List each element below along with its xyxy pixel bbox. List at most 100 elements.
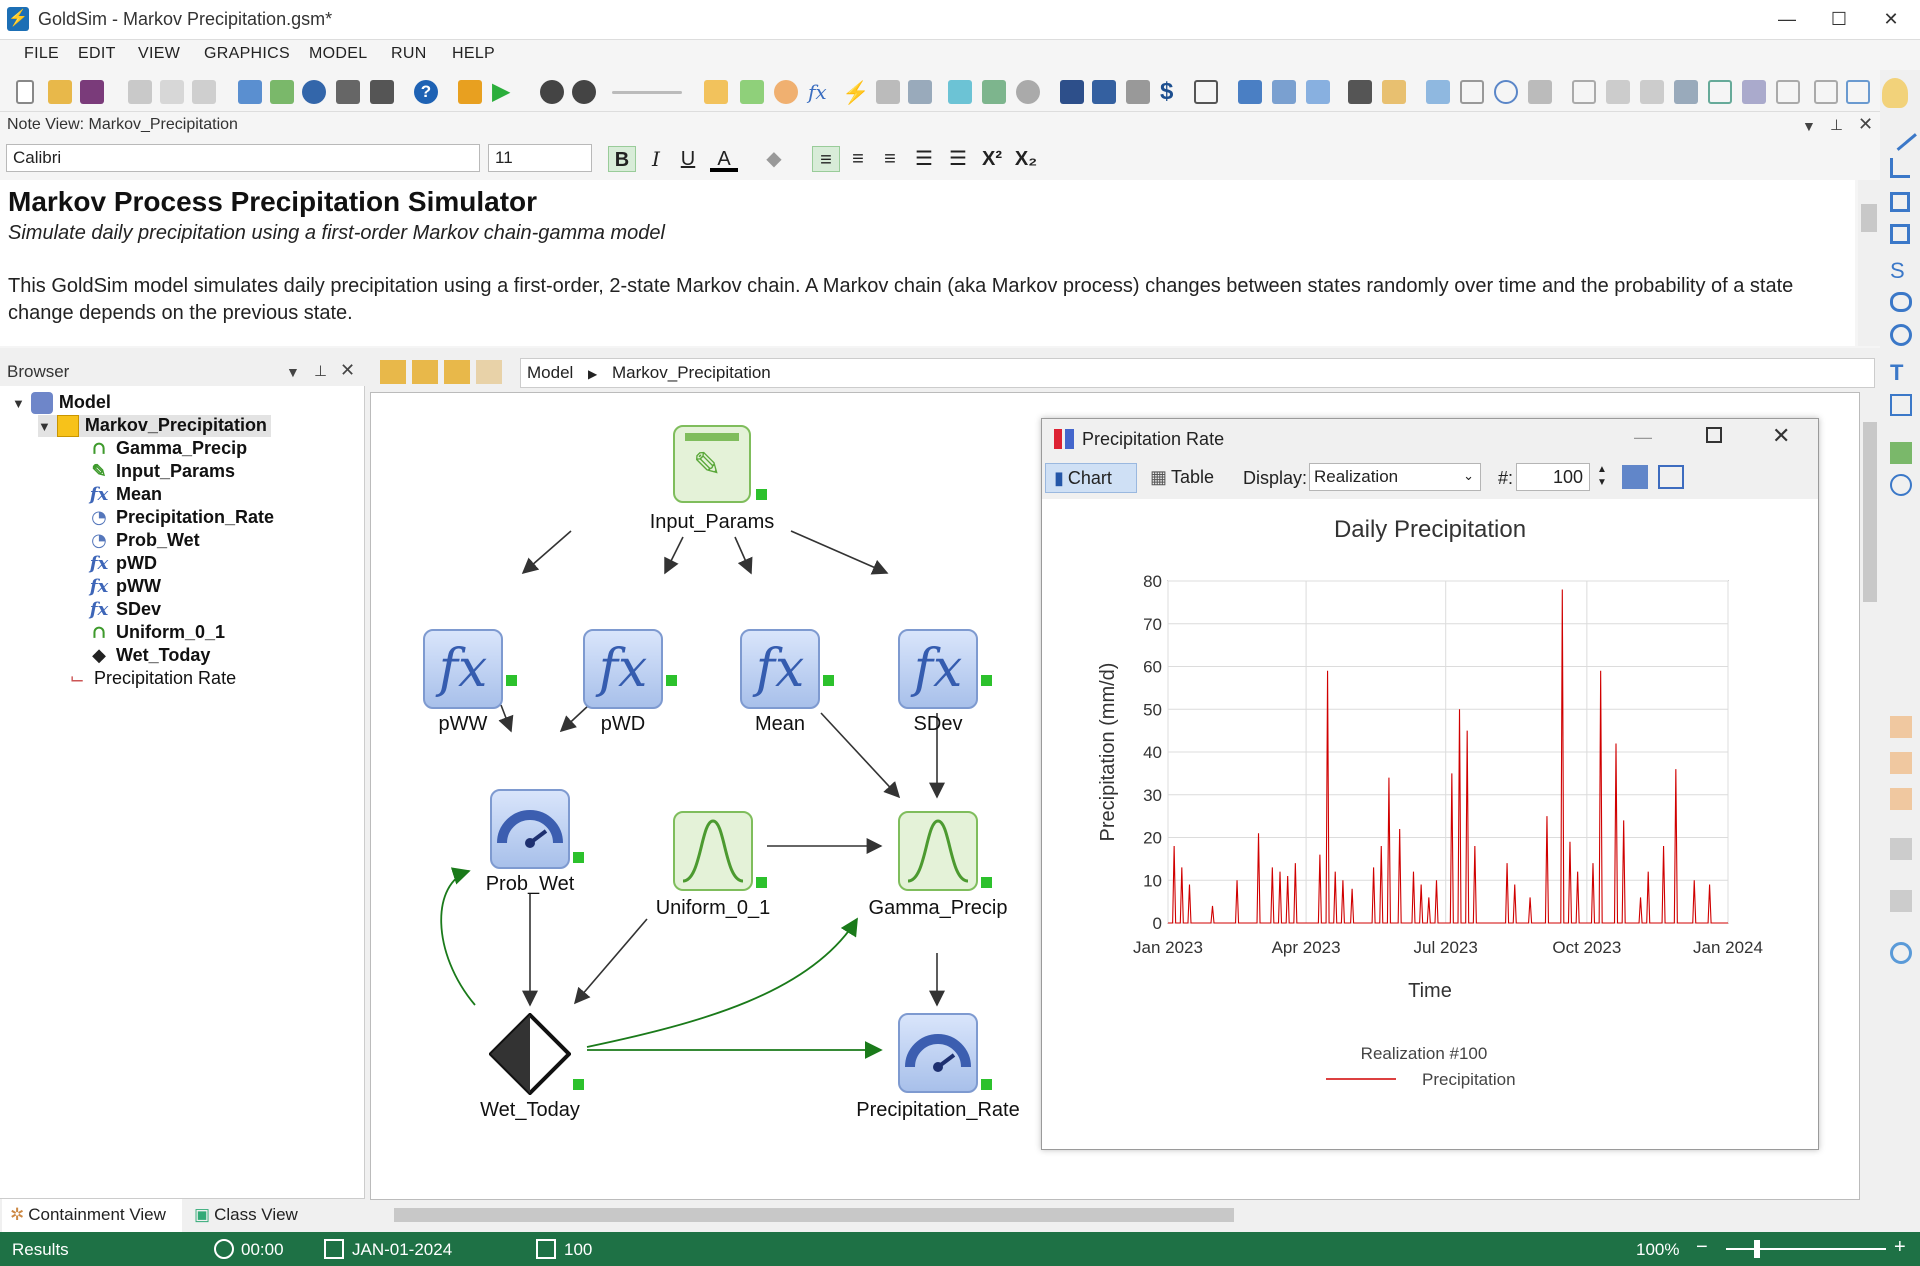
tree-item-precipitation-rate[interactable]: ◔ Precipitation_Rate xyxy=(88,507,274,529)
tree-item-pwd[interactable]: fx pWD xyxy=(88,553,157,575)
forward-icon[interactable] xyxy=(476,360,502,384)
display-select[interactable]: Realization ⌄ xyxy=(1309,463,1481,491)
rect-icon[interactable] xyxy=(1460,80,1484,104)
underline-button[interactable]: U xyxy=(674,146,702,172)
realization-input[interactable]: 100 xyxy=(1516,463,1590,491)
tree-item-result[interactable]: ⌙ Precipitation Rate xyxy=(66,668,236,690)
breadcrumb-current[interactable]: Markov_Precipitation xyxy=(612,363,771,382)
panel-icon[interactable] xyxy=(1606,80,1630,104)
close-button[interactable]: ✕ xyxy=(1866,4,1916,34)
breadcrumb-model[interactable]: Model xyxy=(527,363,573,382)
collapse-icon[interactable]: ▼ xyxy=(38,419,51,434)
time-slider[interactable] xyxy=(612,91,682,94)
new-file-icon[interactable] xyxy=(16,80,34,104)
tree-item-uniform[interactable]: ∩ Uniform_0_1 xyxy=(88,622,225,644)
align-objects-icon[interactable] xyxy=(1890,838,1912,860)
align-center-icon[interactable]: ≡ xyxy=(844,146,872,172)
maximize-button[interactable]: ☐ xyxy=(1814,4,1864,34)
tree-item-sdev[interactable]: fx SDev xyxy=(88,599,161,621)
distribute-icon[interactable] xyxy=(1890,890,1912,912)
bold-button[interactable]: B xyxy=(608,146,636,172)
step-icon[interactable] xyxy=(540,80,564,104)
chart-minimize-button[interactable]: — xyxy=(1634,427,1652,448)
align-left-icon[interactable]: ≡ xyxy=(812,146,840,172)
input-params-node[interactable]: ✎ xyxy=(673,425,751,503)
paste-icon[interactable] xyxy=(192,80,216,104)
bulb-icon[interactable] xyxy=(1882,78,1908,108)
menu-file[interactable]: FILE xyxy=(24,45,59,63)
browser-pin-icon[interactable]: ⊥ xyxy=(314,362,327,380)
tree-item-model[interactable]: ▼ Model xyxy=(12,392,111,415)
zoom-in-button[interactable]: + xyxy=(1894,1236,1906,1259)
settings-icon[interactable] xyxy=(370,80,394,104)
gear-icon[interactable] xyxy=(1016,80,1040,104)
globe-tool-icon[interactable] xyxy=(1890,474,1912,496)
expression-icon[interactable]: fx xyxy=(808,80,832,104)
pwd-node[interactable]: fx xyxy=(583,629,663,709)
tree-item-prob-wet[interactable]: ◔ Prob_Wet xyxy=(88,530,200,552)
tree-item-mean[interactable]: fx Mean xyxy=(88,484,162,506)
align-icon[interactable] xyxy=(1528,80,1552,104)
wet-today-node[interactable] xyxy=(489,1013,571,1095)
menu-view[interactable]: VIEW xyxy=(138,45,180,63)
font-family-select[interactable]: Calibri xyxy=(6,144,480,172)
superscript-icon[interactable]: X² xyxy=(978,146,1006,172)
tree-item-pww[interactable]: fx pWW xyxy=(88,576,161,598)
edit-mode-icon[interactable] xyxy=(458,80,482,104)
font-size-select[interactable]: 11 xyxy=(488,144,592,172)
image-icon[interactable] xyxy=(1426,80,1450,104)
polygon-tool-icon[interactable] xyxy=(1890,192,1910,212)
note-body[interactable]: Markov Process Precipitation Simulator S… xyxy=(0,180,1855,346)
tag-icon[interactable] xyxy=(1092,80,1116,104)
number-list-icon[interactable]: ☰ xyxy=(944,146,972,172)
data-element-icon[interactable] xyxy=(740,80,764,104)
browser-close-icon[interactable]: ✕ xyxy=(340,360,355,381)
realization-spinner[interactable]: ▲ ▼ xyxy=(1592,463,1612,491)
collapse-icon[interactable]: ▼ xyxy=(12,396,25,411)
number-icon[interactable] xyxy=(1814,80,1838,104)
zoom-slider[interactable] xyxy=(1726,1248,1886,1250)
zoom-slider-thumb[interactable] xyxy=(1754,1240,1760,1258)
align-right-icon[interactable]: ≡ xyxy=(876,146,904,172)
dollar-icon[interactable]: $ xyxy=(1160,80,1184,104)
event-icon[interactable]: ⚡ xyxy=(842,80,869,105)
order-icon[interactable] xyxy=(1890,788,1912,810)
back-icon[interactable] xyxy=(444,360,470,384)
precipitation-rate-node[interactable] xyxy=(898,1013,978,1093)
tree-item-input-params[interactable]: ✎ Input_Params xyxy=(88,461,235,483)
open-folder-icon[interactable] xyxy=(48,80,72,104)
close-panel-icon[interactable]: ✕ xyxy=(1858,114,1873,135)
zoom-out-button[interactable]: − xyxy=(1696,1236,1708,1259)
chart-options-icon[interactable] xyxy=(1658,465,1684,489)
panel-menu-icon[interactable]: ▼ xyxy=(1802,118,1816,134)
calendar-icon[interactable] xyxy=(1742,80,1766,104)
tab-containment-view[interactable]: ✲ Containment View xyxy=(2,1199,182,1232)
image-tool-icon[interactable] xyxy=(1890,442,1912,464)
tab-table[interactable]: ▦ Table xyxy=(1144,463,1224,493)
browser-toggle-icon[interactable] xyxy=(238,80,262,104)
note-icon[interactable] xyxy=(270,80,294,104)
slider-icon[interactable] xyxy=(1674,80,1698,104)
rotate-icon[interactable] xyxy=(1890,942,1912,964)
subscript-icon[interactable]: X₂ xyxy=(1012,146,1040,172)
freeform-tool-icon[interactable] xyxy=(1890,292,1912,312)
pin-icon[interactable]: ⊥ xyxy=(1830,116,1843,134)
text-tool-icon[interactable]: T xyxy=(1890,360,1903,386)
filter-icon[interactable] xyxy=(336,80,360,104)
panel2-icon[interactable] xyxy=(1640,80,1664,104)
font-color-button[interactable]: A xyxy=(710,146,738,172)
menu-edit[interactable]: EDIT xyxy=(78,45,116,63)
chart-close-button[interactable]: ✕ xyxy=(1772,423,1790,449)
clock-icon[interactable] xyxy=(1494,80,1518,104)
cut-icon[interactable] xyxy=(128,80,152,104)
tab-chart[interactable]: ▮ Chart xyxy=(1045,463,1137,493)
ungroup-icon[interactable] xyxy=(1890,752,1912,774)
chart-style-icon[interactable] xyxy=(1622,465,1648,489)
rectangle-tool-icon[interactable] xyxy=(1890,224,1910,244)
elbow-tool-icon[interactable] xyxy=(1890,158,1910,178)
stochastic-icon[interactable] xyxy=(908,80,932,104)
version-icon[interactable] xyxy=(1194,80,1218,104)
checkbox-icon[interactable] xyxy=(1708,80,1732,104)
browser-menu-icon[interactable]: ▼ xyxy=(286,364,300,380)
result-chart-icon[interactable] xyxy=(1306,80,1330,104)
